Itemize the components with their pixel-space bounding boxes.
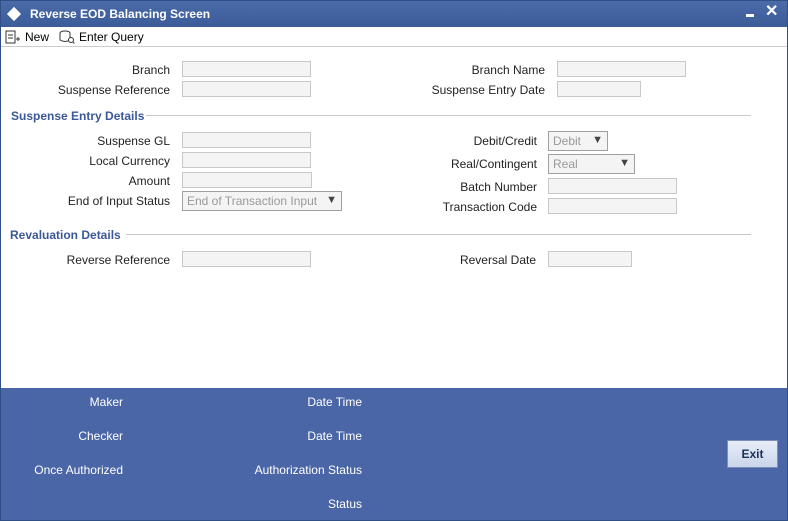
suspense-reference-label: Suspense Reference <box>57 83 170 97</box>
audit-footer: Maker Date Time Checker Date Time Once A… <box>1 388 787 520</box>
chevron-down-icon: ▼ <box>619 157 630 169</box>
suspense-entry-section-title: Suspense Entry Details <box>11 109 145 123</box>
chevron-down-icon: ▼ <box>326 194 337 206</box>
app-diamond-icon <box>6 6 22 22</box>
amount-label: Amount <box>128 174 170 188</box>
new-label: New <box>25 30 50 44</box>
reversal-date-field[interactable] <box>548 251 632 267</box>
toolbar: New Enter Query <box>1 27 787 47</box>
transaction-code-label: Transaction Code <box>442 200 537 214</box>
authorization-status-label: Authorization Status <box>254 463 362 477</box>
transaction-code-field[interactable] <box>548 198 677 214</box>
end-of-input-status-value: End of Transaction Input <box>187 194 318 208</box>
enter-query-button[interactable]: Enter Query <box>59 29 144 45</box>
section-divider <box>126 234 751 235</box>
branch-name-field[interactable] <box>557 61 686 77</box>
suspense-gl-label: Suspense GL <box>97 134 170 148</box>
real-contingent-value: Real <box>553 157 578 171</box>
end-of-input-status-select[interactable]: End of Transaction Input ▼ <box>182 191 342 211</box>
section-divider <box>146 115 751 116</box>
window-title: Reverse EOD Balancing Screen <box>30 7 211 21</box>
debit-credit-value: Debit <box>553 134 582 148</box>
enter-query-label: Enter Query <box>79 30 144 44</box>
suspense-reference-field[interactable] <box>182 81 311 97</box>
new-icon <box>5 30 20 44</box>
window: Reverse EOD Balancing Screen ✕ New Enter… <box>0 0 788 521</box>
new-button[interactable]: New <box>5 29 49 45</box>
batch-number-label: Batch Number <box>460 180 537 194</box>
branch-field[interactable] <box>182 61 311 77</box>
reverse-reference-field[interactable] <box>182 251 311 267</box>
close-icon[interactable]: ✕ <box>765 3 778 21</box>
suspense-gl-field[interactable] <box>182 132 311 148</box>
revaluation-section-title: Revaluation Details <box>10 228 121 242</box>
debit-credit-label: Debit/Credit <box>473 134 537 148</box>
checker-label: Checker <box>78 429 123 443</box>
local-currency-field[interactable] <box>182 152 311 168</box>
branch-label: Branch <box>131 63 170 77</box>
branch-name-label: Branch Name <box>471 63 545 77</box>
title-bar: Reverse EOD Balancing Screen ✕ <box>1 1 787 27</box>
query-icon <box>59 30 75 44</box>
maker-datetime-label: Date Time <box>307 395 362 409</box>
reverse-reference-label: Reverse Reference <box>66 253 170 267</box>
suspense-entry-date-field[interactable] <box>557 81 641 97</box>
minimize-icon[interactable] <box>746 14 754 17</box>
local-currency-label: Local Currency <box>89 154 170 168</box>
once-authorized-label: Once Authorized <box>34 463 123 477</box>
chevron-down-icon: ▼ <box>592 134 603 146</box>
reversal-date-label: Reversal Date <box>459 253 536 267</box>
maker-label: Maker <box>89 395 123 409</box>
suspense-entry-date-label: Suspense Entry Date <box>431 83 545 97</box>
end-of-input-status-label: End of Input Status <box>67 194 170 208</box>
debit-credit-select[interactable]: Debit ▼ <box>548 131 608 151</box>
exit-button[interactable]: Exit <box>727 440 778 468</box>
real-contingent-label: Real/Contingent <box>450 157 537 171</box>
status-label: Status <box>327 497 362 511</box>
checker-datetime-label: Date Time <box>307 429 362 443</box>
real-contingent-select[interactable]: Real ▼ <box>548 154 635 174</box>
amount-field[interactable] <box>182 172 312 188</box>
batch-number-field[interactable] <box>548 178 677 194</box>
